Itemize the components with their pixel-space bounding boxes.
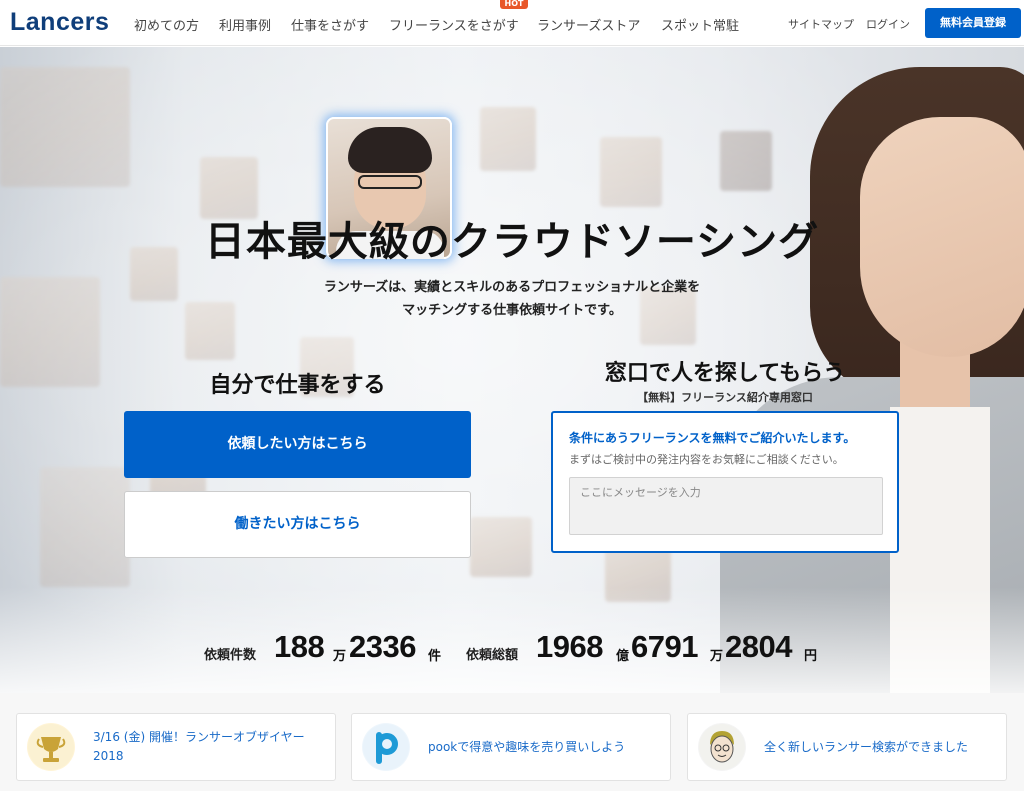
total-amount-unit: 円	[804, 649, 818, 664]
total-amount-number: 1968	[536, 629, 603, 664]
news-text[interactable]: 3/16 (金) 開催！ランサーオブザイヤー2018	[93, 714, 329, 780]
nav-lancers-store[interactable]: ランサーズストア	[537, 15, 640, 34]
client-signup-button[interactable]: 依頼したい方はこちら	[124, 411, 471, 478]
requests-count-unit: 件	[428, 649, 442, 664]
requests-count-number: 2336	[349, 629, 416, 664]
concierge-lead: 条件にあうフリーランスを無料でご紹介いたします。	[569, 431, 856, 445]
nav-find-jobs[interactable]: 仕事をさがす	[291, 15, 369, 34]
hero-subtitle-line: マッチングする仕事依頼サイトです。	[402, 303, 622, 318]
nav-find-freelancers[interactable]: フリーランスをさがす	[389, 15, 519, 34]
hot-badge: HOT	[500, 0, 528, 9]
requests-count-label: 依頼件数	[204, 648, 257, 663]
hero-section: 日本最大級のクラウドソーシング ランサーズは、実績とスキルのあるプロフェッショナ…	[0, 47, 1024, 693]
total-amount-unit: 万	[710, 649, 724, 664]
total-amount-label: 依頼総額	[466, 648, 519, 663]
total-amount-number: 2804	[725, 629, 792, 664]
trophy-icon	[27, 723, 75, 771]
total-amount-number: 6791	[631, 629, 698, 664]
hero-subtitle: ランサーズは、実績とスキルのあるプロフェッショナルと企業を マッチングする仕事依…	[0, 276, 1024, 322]
person-avatar-icon	[698, 723, 746, 771]
news-card[interactable]: pookで得意や趣味を売り買いしよう	[351, 713, 671, 781]
concierge-heading: 窓口で人を探してもらう	[604, 361, 846, 386]
concierge-description: まずはご検討中の発注内容をお気軽にご相談ください。	[569, 453, 844, 466]
login-link[interactable]: ログイン	[866, 16, 910, 32]
message-input[interactable]	[569, 477, 883, 535]
total-amount-unit: 億	[616, 649, 630, 664]
news-cards: 3/16 (金) 開催！ランサーオブザイヤー2018 pookで得意や趣味を売り…	[0, 693, 1024, 791]
hero-title: 日本最大級のクラウドソーシング	[204, 219, 820, 265]
sitemap-link[interactable]: サイトマップ	[788, 16, 854, 32]
stats-bar: 依頼件数 188 万 2336 件 依頼総額 1968 億 6791 万 280…	[0, 627, 1024, 671]
requests-count-unit: 万	[333, 649, 347, 664]
self-work-heading: 自分で仕事をする	[209, 373, 386, 398]
news-text[interactable]: 全く新しいランサー検索ができました	[764, 714, 1000, 780]
requests-count-number: 188	[274, 629, 325, 664]
nav-spot-onsite[interactable]: スポット常駐	[661, 15, 739, 34]
nav-case-studies[interactable]: 利用事例	[219, 15, 271, 34]
worker-signup-button[interactable]: 働きたい方はこちら	[124, 491, 471, 558]
news-card[interactable]: 3/16 (金) 開催！ランサーオブザイヤー2018	[16, 713, 336, 781]
site-header: Lancers 初めての方 利用事例 仕事をさがす フリーランスをさがす HOT…	[0, 0, 1024, 46]
concierge-subheading: 【無料】フリーランス紹介専用窓口	[637, 391, 813, 404]
nav-beginners[interactable]: 初めての方	[134, 15, 199, 34]
concierge-form: 条件にあうフリーランスを無料でご紹介いたします。 まずはご検討中の発注内容をお気…	[551, 411, 899, 553]
lancers-logo[interactable]: Lancers	[10, 8, 109, 37]
signup-button[interactable]: 無料会員登録	[925, 8, 1021, 38]
news-text[interactable]: pookで得意や趣味を売り買いしよう	[428, 714, 664, 780]
news-card[interactable]: 全く新しいランサー検索ができました	[687, 713, 1007, 781]
pook-logo-icon	[362, 723, 410, 771]
hero-subtitle-line: ランサーズは、実績とスキルのあるプロフェッショナルと企業を	[323, 280, 701, 295]
